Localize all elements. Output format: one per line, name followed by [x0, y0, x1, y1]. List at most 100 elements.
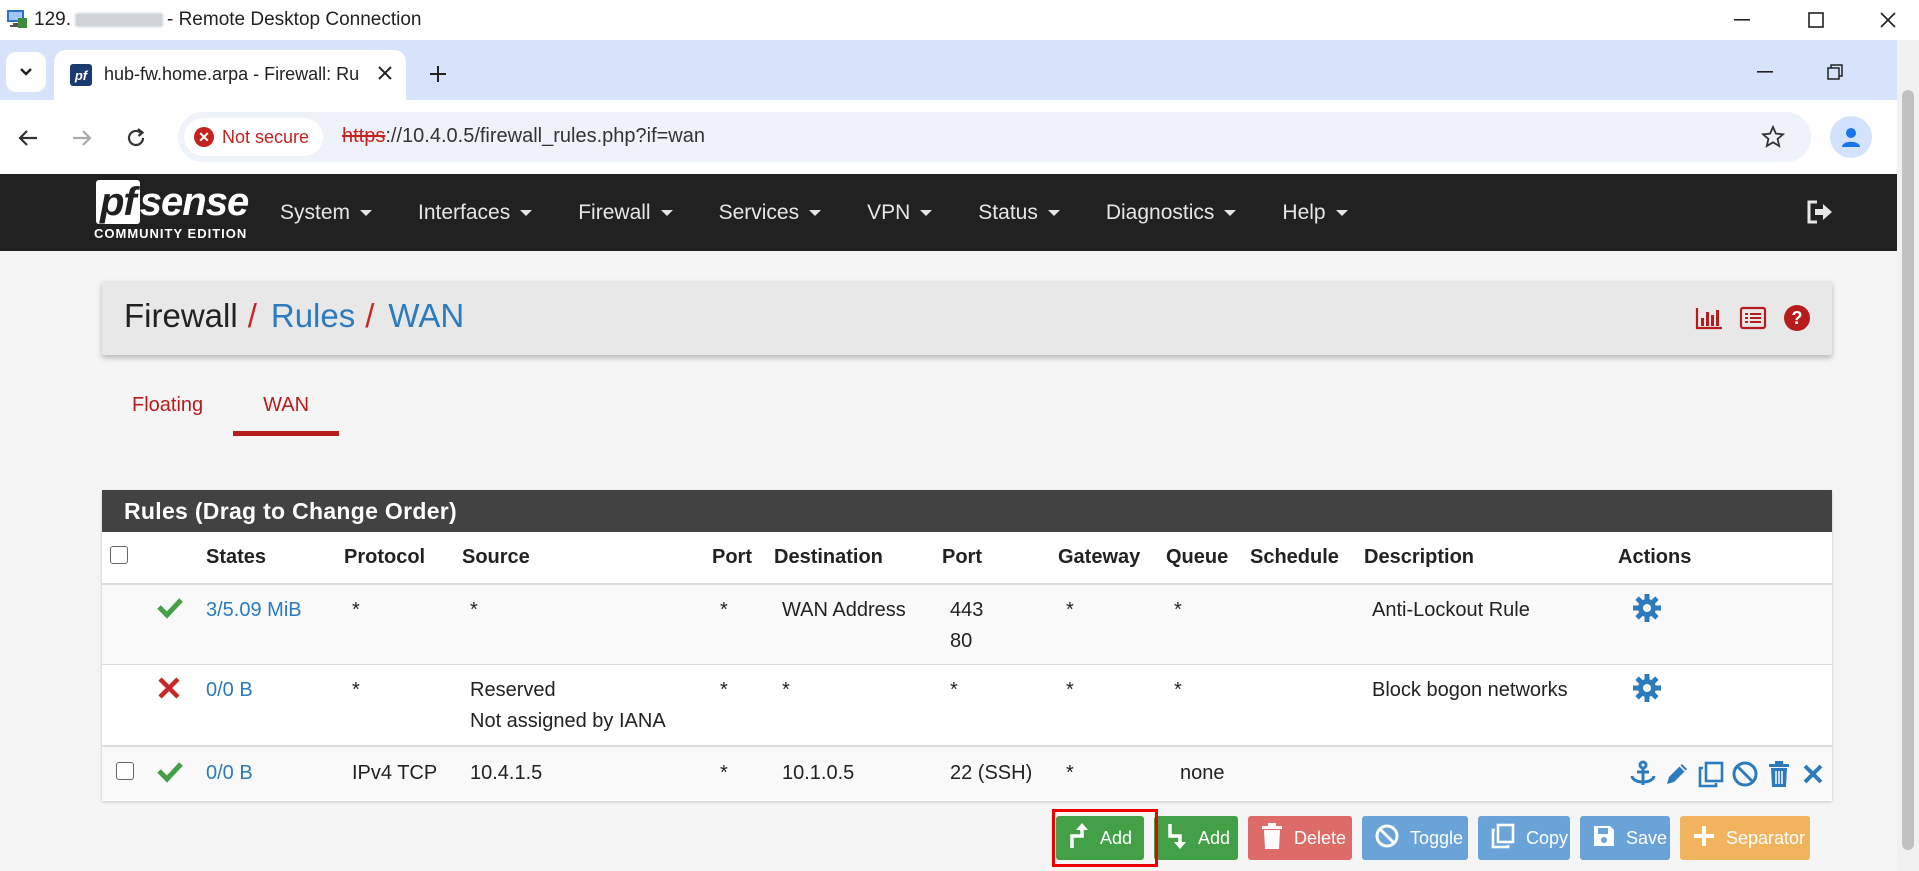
col-destination: Destination: [774, 532, 942, 585]
menu-label: VPN: [867, 200, 911, 224]
tab-floating[interactable]: Floating: [102, 381, 233, 429]
new-tab-button[interactable]: [420, 56, 456, 92]
trash-icon[interactable]: [1764, 759, 1794, 789]
states-link[interactable]: 0/0 B: [206, 762, 253, 784]
bookmark-star-icon[interactable]: [1758, 123, 1788, 151]
rdp-maximize-button[interactable]: [1786, 0, 1846, 40]
col-dest-port: Port: [942, 532, 1058, 585]
not-secure-icon: ✕: [194, 127, 214, 147]
bar-chart-icon[interactable]: [1694, 303, 1724, 333]
menu-system[interactable]: System: [280, 200, 373, 225]
col-schedule: Schedule: [1250, 532, 1364, 585]
button-label: Add: [1198, 827, 1231, 848]
profile-avatar-icon[interactable]: [1830, 116, 1872, 158]
caret-down-icon: [1224, 209, 1237, 216]
edit-pencil-icon[interactable]: [1662, 759, 1692, 789]
security-chip[interactable]: ✕ Not secure: [184, 118, 324, 156]
rdp-window-title: 129. - Remote Desktop Connection: [34, 9, 422, 31]
select-all-checkbox[interactable]: [110, 545, 128, 564]
cell-source-port: *: [712, 745, 774, 800]
copy-icon[interactable]: [1696, 759, 1726, 789]
menu-diagnostics[interactable]: Diagnostics: [1106, 201, 1237, 225]
tab-search-dropdown[interactable]: [6, 52, 46, 92]
col-queue: Queue: [1166, 532, 1250, 585]
button-label: Toggle: [1410, 827, 1464, 848]
separator-button[interactable]: Separator: [1680, 816, 1810, 860]
scrollbar-thumb[interactable]: [1902, 90, 1914, 850]
redacted-host: [74, 13, 163, 27]
gear-icon[interactable]: [1632, 594, 1662, 628]
copy-button[interactable]: Copy: [1478, 816, 1570, 860]
url-text[interactable]: https://10.4.0.5/firewall_rules.php?if=w…: [342, 125, 705, 148]
breadcrumb-rules-link[interactable]: Rules: [271, 297, 355, 335]
reload-button[interactable]: [116, 118, 156, 158]
toggle-button[interactable]: Toggle: [1362, 816, 1468, 860]
menu-firewall[interactable]: Firewall: [578, 200, 673, 225]
cell-source: 10.4.1.5: [462, 745, 712, 800]
pass-check-icon: [156, 761, 184, 788]
menu-label: Help: [1282, 200, 1326, 224]
button-label: Save: [1626, 827, 1668, 848]
table-row[interactable]: 3/5.09 MiB * * * WAN Address 443 80 * * A…: [102, 584, 1832, 665]
tab-close-icon[interactable]: [372, 60, 398, 86]
menu-status[interactable]: Status: [978, 201, 1060, 225]
breadcrumb-sep: /: [365, 297, 375, 334]
address-bar[interactable]: ✕ Not secure https://10.4.0.5/firewall_r…: [178, 112, 1811, 162]
caret-down-icon: [660, 209, 673, 216]
states-link[interactable]: 3/5.09 MiB: [206, 599, 302, 621]
remote-desktop-icon: [6, 8, 28, 30]
menu-vpn[interactable]: VPN: [867, 200, 933, 225]
cell-gateway: *: [1058, 584, 1166, 665]
menu-help[interactable]: Help: [1282, 200, 1348, 225]
logo-edition: COMMUNITY EDITION: [94, 226, 248, 241]
table-row[interactable]: 0/0 B IPv4 TCP 10.4.1.5 * 10.1.0.5 22 (S…: [102, 745, 1832, 800]
rdp-minimize-button[interactable]: [1712, 0, 1772, 40]
disable-ban-icon[interactable]: [1730, 759, 1760, 789]
breadcrumb-wan-link[interactable]: WAN: [388, 297, 464, 335]
button-label: Delete: [1294, 827, 1347, 848]
cell-protocol: *: [344, 584, 462, 665]
browser-toolbar: ✕ Not secure https://10.4.0.5/firewall_r…: [0, 100, 1897, 174]
menu-interfaces[interactable]: Interfaces: [418, 201, 533, 225]
button-label: Copy: [1526, 827, 1569, 848]
button-label: Separator: [1726, 827, 1806, 848]
cell-dest-port: *: [942, 664, 1058, 747]
tab-wan[interactable]: WAN: [233, 381, 340, 436]
page-scrollbar[interactable]: [1897, 40, 1919, 871]
caret-down-icon: [360, 209, 373, 216]
row-checkbox[interactable]: [116, 761, 134, 780]
page-content: Firewall / Rules / WAN ? Floating WAN Ru…: [0, 251, 1897, 871]
back-button[interactable]: [8, 118, 48, 158]
save-button[interactable]: Save: [1580, 816, 1670, 860]
plus-icon: [1692, 824, 1716, 853]
help-question-icon[interactable]: ?: [1782, 303, 1812, 333]
floppy-save-icon: [1592, 824, 1616, 853]
col-protocol: Protocol: [344, 532, 462, 585]
caret-down-icon: [809, 209, 822, 216]
col-source-port: Port: [712, 532, 774, 585]
table-header: States Protocol Source Port Destination …: [102, 532, 1832, 585]
rdp-close-button[interactable]: [1858, 0, 1918, 40]
gear-icon[interactable]: [1632, 673, 1662, 708]
delete-x-icon[interactable]: [1798, 759, 1828, 789]
menu-services[interactable]: Services: [719, 201, 822, 225]
logout-icon[interactable]: [1804, 196, 1836, 228]
list-icon[interactable]: [1738, 303, 1768, 333]
browser-restore-button[interactable]: [1810, 52, 1860, 92]
delete-button[interactable]: Delete: [1248, 816, 1352, 860]
add-rule-bottom-button[interactable]: Add: [1154, 816, 1238, 860]
browser-minimize-button[interactable]: [1740, 52, 1790, 92]
table-row[interactable]: 0/0 B * Reserved Not assigned by IANA * *…: [102, 664, 1832, 747]
pfsense-logo[interactable]: pf sense COMMUNITY EDITION: [92, 180, 262, 242]
cell-dest-port: 443: [950, 599, 984, 621]
cell-source-port: *: [712, 584, 774, 665]
url-scheme: https: [342, 125, 386, 147]
cell-destination: *: [774, 664, 942, 747]
states-link[interactable]: 0/0 B: [206, 679, 253, 701]
menu-label: Firewall: [578, 200, 651, 224]
menu-label: System: [280, 200, 351, 224]
cell-queue: none: [1166, 745, 1250, 800]
forward-button[interactable]: [62, 118, 102, 158]
browser-tab-active[interactable]: pf hub-fw.home.arpa - Firewall: Ru: [54, 50, 406, 100]
anchor-icon[interactable]: [1628, 759, 1658, 789]
